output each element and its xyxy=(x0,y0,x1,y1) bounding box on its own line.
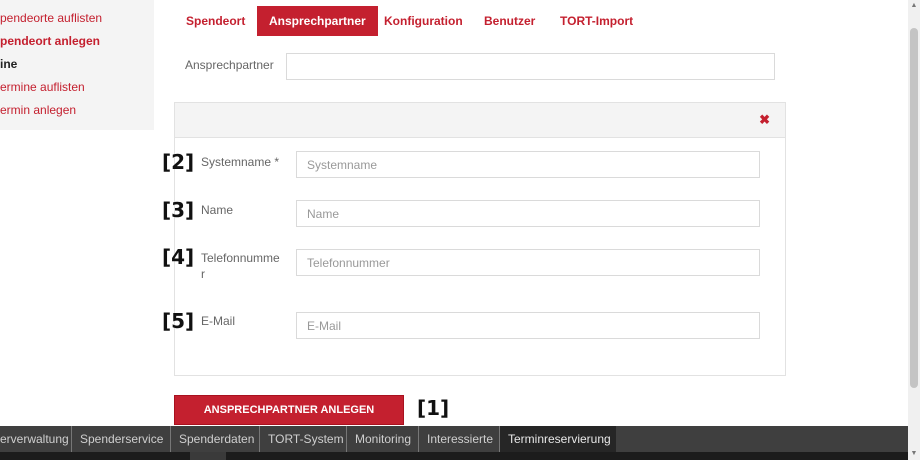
bottom-nav-interessierte[interactable]: Interessierte xyxy=(418,426,498,452)
close-icon[interactable]: ✖ xyxy=(759,112,770,128)
os-taskbar xyxy=(0,452,908,460)
bottom-nav-terminreservierung[interactable]: Terminreservierung xyxy=(499,426,616,452)
scroll-up-arrow-icon[interactable]: ▲ xyxy=(908,0,920,12)
name-input[interactable]: Name xyxy=(296,200,760,227)
marker-3: [3] xyxy=(162,198,195,222)
sidebar: pendeorte auflisten pendeort anlegen ine… xyxy=(0,0,154,130)
email-input[interactable]: E-Mail xyxy=(296,312,760,339)
tab-benutzer[interactable]: Benutzer xyxy=(472,6,547,36)
sidebar-item-spendeort-anlegen[interactable]: pendeort anlegen xyxy=(0,34,100,48)
marker-1: [1] xyxy=(417,396,450,420)
bottom-nav-tort-system[interactable]: TORT-System xyxy=(259,426,345,452)
sidebar-item-termin-anlegen[interactable]: ermin anlegen xyxy=(0,103,76,117)
scroll-thumb[interactable] xyxy=(910,28,918,388)
bottom-nav-spenderdaten[interactable]: Spenderdaten xyxy=(170,426,258,452)
bottom-nav-spenderverwaltung[interactable]: erverwaltung xyxy=(0,426,70,452)
systemname-input[interactable]: Systemname xyxy=(296,151,760,178)
taskbar-app-icon[interactable] xyxy=(190,452,226,460)
bottom-nav-spenderservice[interactable]: Spenderservice xyxy=(71,426,169,452)
tab-ansprechpartner[interactable]: Ansprechpartner xyxy=(257,6,378,36)
vertical-scrollbar[interactable]: ▲ ▼ xyxy=(908,0,920,460)
tab-tort-import[interactable]: TORT-Import xyxy=(548,6,645,36)
name-label: Name xyxy=(201,203,234,217)
bottom-nav-monitoring[interactable]: Monitoring xyxy=(346,426,419,452)
tab-konfiguration[interactable]: Konfiguration xyxy=(372,6,475,36)
email-label: E-Mail xyxy=(201,314,236,328)
contact-select[interactable] xyxy=(286,53,775,80)
marker-5: [5] xyxy=(162,309,195,333)
telefonnummer-input[interactable]: Telefonnummer xyxy=(296,249,760,276)
sidebar-section-termine: ine xyxy=(0,57,18,71)
bottom-nav-bar: erverwaltung Spenderservice Spenderdaten… xyxy=(0,426,908,452)
marker-4: [4] xyxy=(162,245,195,269)
telefonnummer-label: Telefonnumme r xyxy=(201,251,280,281)
sidebar-item-termine-auflisten[interactable]: ermine auflisten xyxy=(0,80,85,94)
tab-spendeort[interactable]: Spendeort xyxy=(174,6,257,36)
scroll-down-arrow-icon[interactable]: ▼ xyxy=(908,448,920,460)
create-contact-button[interactable]: ANSPRECHPARTNER ANLEGEN xyxy=(174,395,404,425)
marker-2: [2] xyxy=(162,150,195,174)
systemname-label: Systemname * xyxy=(201,155,280,169)
panel-header: ✖ xyxy=(175,103,785,138)
contact-select-label: Ansprechpartner xyxy=(185,58,274,72)
sidebar-item-spendeorte-auflisten[interactable]: pendeorte auflisten xyxy=(0,11,102,25)
